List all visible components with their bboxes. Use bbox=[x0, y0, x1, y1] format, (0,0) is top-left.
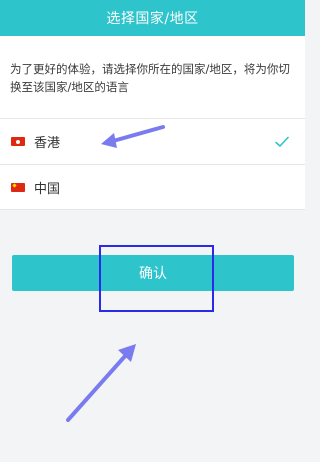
top-bar: 选择国家/地区 bbox=[0, 0, 305, 36]
region-list: 香港 中国 bbox=[0, 118, 305, 210]
region-label: 香港 bbox=[34, 136, 61, 151]
annotation-arrow-to-confirm bbox=[66, 344, 136, 422]
description-text: 为了更好的体验，请选择你所在的国家/地区，将为你切换至该国家/地区的语言 bbox=[0, 36, 305, 118]
region-label: 中国 bbox=[34, 181, 61, 197]
check-icon bbox=[275, 136, 289, 147]
page-title: 选择国家/地区 bbox=[106, 11, 199, 27]
region-item-china[interactable]: 中国 bbox=[0, 164, 305, 210]
hong-kong-flag-icon bbox=[11, 137, 25, 146]
confirm-button[interactable]: 确认 bbox=[12, 255, 294, 291]
region-item-hong-kong[interactable]: 香港 bbox=[0, 118, 305, 164]
china-flag-icon bbox=[11, 182, 25, 192]
